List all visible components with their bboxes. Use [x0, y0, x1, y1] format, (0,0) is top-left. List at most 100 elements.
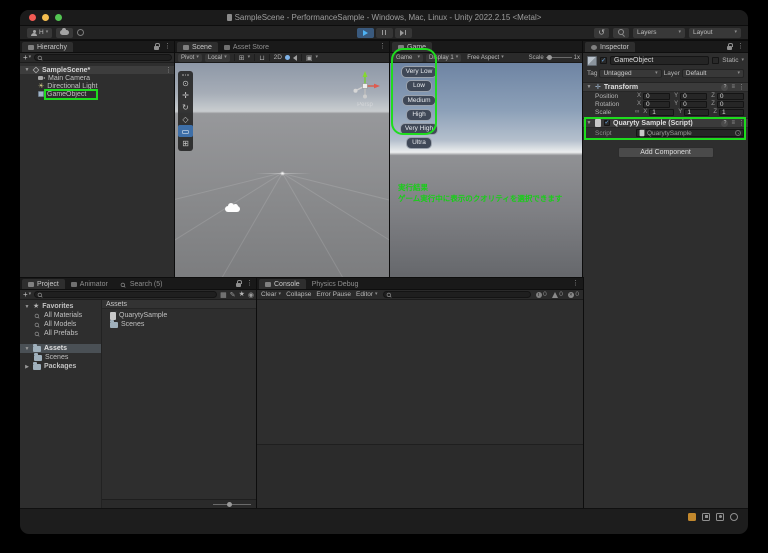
display-target-dropdown[interactable]: Display 1 ▾ — [426, 53, 462, 62]
hidden-packages-icon[interactable]: ◉ — [248, 291, 254, 299]
quality-button-high[interactable]: High — [406, 108, 432, 121]
help-icon[interactable]: ? — [721, 83, 729, 91]
tab-search[interactable]: Search (5) — [114, 279, 169, 289]
project-search-input[interactable] — [34, 291, 218, 298]
tab-inspector[interactable]: Inspector — [585, 42, 635, 52]
quality-button-low[interactable]: Low — [406, 80, 432, 93]
tag-dropdown[interactable]: Untagged ▾ — [599, 69, 662, 78]
foldout-closed-icon[interactable]: ▶ — [24, 364, 30, 370]
rotation-x-input[interactable]: 0 — [643, 100, 671, 108]
script-component-header[interactable]: ▼ ✓ Quaryty Sample (Script) ? ≡ ⋮ — [583, 118, 748, 128]
link-scale-icon[interactable]: ∞ — [635, 109, 639, 115]
rotate-tool-button[interactable]: ↻ — [178, 101, 193, 113]
tree-row-all-models[interactable]: All Models — [20, 320, 101, 329]
position-y-input[interactable]: 0 — [680, 92, 708, 100]
minimize-window-button[interactable] — [42, 14, 49, 21]
zoom-window-button[interactable] — [55, 14, 62, 21]
object-name-field[interactable]: GameObject — [610, 56, 710, 65]
search-by-type-icon[interactable]: ▦ — [220, 291, 227, 299]
error-count[interactable]: ✕ 0 — [567, 291, 579, 298]
script-object-field[interactable]: QuarytySample — [636, 129, 744, 137]
view-tool-button[interactable]: ⊙ — [178, 77, 193, 89]
position-z-input[interactable]: 0 — [716, 92, 744, 100]
pivot-dropdown[interactable]: Pivot ▾ — [178, 53, 202, 62]
asset-item-quarytysample[interactable]: QuarytySample — [102, 310, 257, 320]
static-dropdown-icon[interactable]: ▾ — [741, 58, 744, 63]
active-checkbox[interactable]: ✓ — [600, 57, 607, 64]
create-object-button[interactable]: + ▾ — [23, 53, 31, 62]
game-viewport[interactable]: Very Low Low Medium High Very High Ultra… — [390, 63, 583, 278]
tree-row-packages[interactable]: ▶ Packages — [20, 362, 101, 371]
grid-visibility-icon[interactable]: ⊞ — [239, 54, 245, 62]
presets-icon[interactable]: ≡ — [731, 84, 735, 90]
hierarchy-search-input[interactable] — [34, 54, 172, 61]
create-asset-button[interactable]: + ▾ — [23, 290, 31, 299]
lighting-toggle-icon[interactable] — [284, 55, 290, 60]
scene-viewport[interactable]: ⊙ ✛ ↻ ◇ ▭ ⊞ Persp — [175, 63, 390, 278]
transform-tool-button[interactable]: ⊞ — [178, 137, 193, 149]
scale-tool-button[interactable]: ◇ — [178, 113, 193, 125]
clear-button[interactable]: Clear ▾ — [261, 291, 281, 298]
collapse-button[interactable]: Collapse — [286, 291, 311, 298]
object-picker-icon[interactable] — [735, 130, 741, 136]
foldout-open-icon[interactable]: ▼ — [24, 67, 30, 73]
package-manager-icon[interactable] — [702, 512, 710, 521]
scale-y-input[interactable]: 1 — [684, 108, 710, 116]
hierarchy-row-main-camera[interactable]: Main Camera — [20, 74, 175, 82]
panel-menu-icon[interactable]: ⋮ — [572, 280, 579, 287]
scene-options-icon[interactable]: ⋮ — [165, 67, 175, 74]
lock-icon[interactable] — [236, 280, 242, 287]
quality-button-very-high[interactable]: Very High — [399, 123, 439, 135]
warning-count[interactable]: 0 — [551, 291, 563, 298]
presets-icon[interactable]: ≡ — [731, 120, 735, 126]
asset-item-scenes[interactable]: Scenes — [102, 320, 257, 329]
layer-dropdown[interactable]: Default ▾ — [681, 69, 744, 78]
thumbnail-size-slider[interactable] — [213, 501, 251, 507]
lock-icon[interactable] — [154, 43, 160, 50]
game-scale-slider[interactable]: Scale 1x — [529, 55, 580, 61]
scale-x-input[interactable]: 1 — [649, 108, 675, 116]
pause-button[interactable] — [375, 27, 393, 38]
console-search-input[interactable] — [382, 291, 531, 298]
rotation-y-input[interactable]: 0 — [680, 100, 708, 108]
tree-row-all-prefabs[interactable]: All Prefabs — [20, 329, 101, 338]
tab-console[interactable]: Console — [259, 279, 306, 289]
tab-game[interactable]: Game — [392, 42, 433, 52]
tree-row-favorites[interactable]: ▼ ★ Favorites — [20, 302, 101, 311]
scene-orientation-gizmo[interactable]: Persp — [345, 68, 385, 112]
console-log-list[interactable] — [257, 300, 583, 444]
search-by-label-icon[interactable]: ✎ — [230, 291, 236, 299]
error-pause-button[interactable]: Error Pause — [316, 291, 351, 298]
automation-icon[interactable] — [716, 512, 724, 521]
progress-activity-icon[interactable] — [730, 512, 738, 521]
projection-label[interactable]: Persp — [357, 102, 373, 108]
aspect-ratio-dropdown[interactable]: Free Aspect ▾ — [464, 54, 507, 62]
gameobject-cube-icon[interactable] — [587, 55, 597, 66]
hierarchy-row-scene[interactable]: ▼ SampleScene* ⋮ — [20, 66, 175, 74]
tab-animator[interactable]: Animator — [65, 279, 114, 289]
game-display-mode-dropdown[interactable]: Game ▾ — [393, 53, 423, 62]
component-enabled-checkbox[interactable]: ✓ — [604, 120, 610, 126]
tab-asset-store[interactable]: Asset Store — [218, 42, 275, 52]
step-button[interactable] — [394, 27, 412, 38]
audio-toggle-icon[interactable] — [292, 54, 297, 61]
tree-row-all-materials[interactable]: All Materials — [20, 311, 101, 320]
add-component-button[interactable]: Add Component — [617, 147, 714, 158]
editor-dropdown[interactable]: Editor ▾ — [356, 291, 378, 298]
quality-button-very-low[interactable]: Very Low — [400, 66, 438, 78]
handle-rotation-dropdown[interactable]: Local ▾ — [204, 53, 230, 62]
scale-z-input[interactable]: 1 — [718, 108, 744, 116]
2d-mode-button[interactable]: 2D — [274, 54, 282, 61]
component-menu-icon[interactable]: ⋮ — [738, 120, 745, 127]
hierarchy-row-gameobject[interactable]: GameObject — [20, 88, 175, 100]
tab-scene[interactable]: Scene — [177, 42, 218, 52]
quality-button-ultra[interactable]: Ultra — [406, 137, 432, 150]
hierarchy-row-directional-light[interactable]: ☀ Directional Light — [20, 82, 175, 90]
foldout-open-icon[interactable]: ▼ — [586, 84, 592, 90]
tree-row-assets[interactable]: ▼ Assets — [20, 344, 101, 353]
move-tool-button[interactable]: ✛ — [178, 89, 193, 101]
rect-tool-button[interactable]: ▭ — [178, 125, 193, 137]
save-search-icon[interactable]: ★ — [239, 291, 245, 298]
panel-menu-icon[interactable]: ⋮ — [164, 43, 171, 50]
component-menu-icon[interactable]: ⋮ — [738, 84, 745, 91]
